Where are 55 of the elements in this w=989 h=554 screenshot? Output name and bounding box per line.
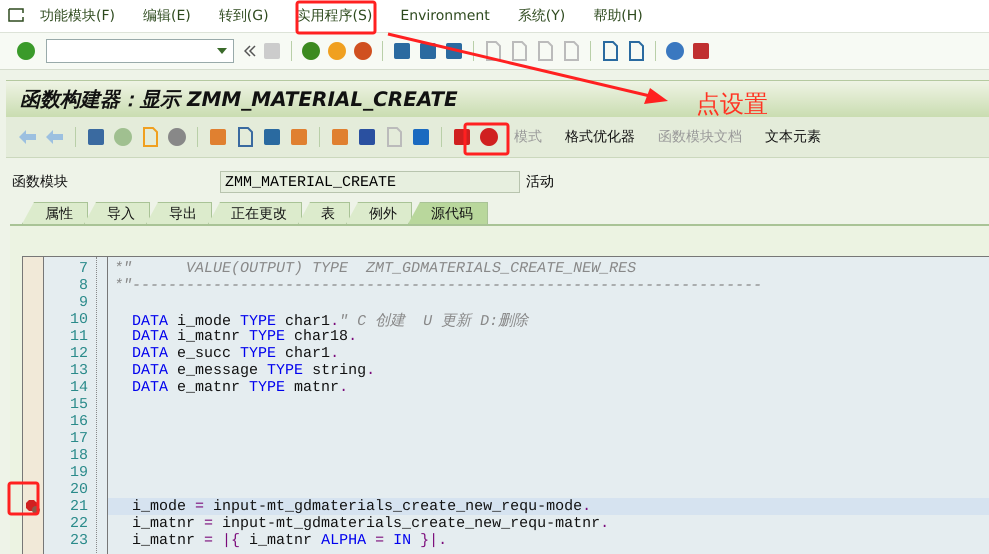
line-number: 22 — [68, 515, 89, 532]
line-number: 10 — [68, 311, 89, 328]
tab[interactable]: 导出 — [146, 202, 212, 224]
code-line: DATA i_mode TYPE char1." C 创建 U 更新 D:删除 — [131, 312, 530, 328]
command-field[interactable] — [46, 39, 234, 63]
line-number: 11 — [68, 328, 89, 345]
menu-icon[interactable] — [8, 8, 26, 24]
code-line: DATA i_matnr TYPE char18. — [131, 328, 358, 345]
menu-item[interactable]: 系统(Y) — [504, 7, 580, 25]
line-number: 7 — [78, 260, 89, 277]
line-number: 19 — [68, 464, 89, 481]
tab[interactable]: 例外 — [346, 202, 412, 224]
status-text: 活动 — [526, 173, 554, 191]
tab[interactable]: 源代码 — [408, 202, 488, 224]
highlight-frame — [464, 122, 510, 156]
tab[interactable]: 表 — [298, 202, 350, 224]
line-number: 18 — [68, 447, 89, 464]
line-number: 12 — [68, 345, 89, 362]
line-number: 14 — [68, 379, 89, 396]
line-number: 15 — [68, 396, 89, 413]
line-number: 9 — [78, 294, 89, 311]
breakpoint-icon[interactable] — [25, 498, 41, 514]
menu-item[interactable]: 功能模块(F) — [26, 7, 129, 25]
toolbar-button[interactable]: 文本元素 — [757, 128, 829, 146]
line-number: 8 — [78, 277, 89, 294]
menu-item[interactable]: 编辑(E) — [128, 7, 205, 25]
menu-item[interactable]: Environment — [386, 8, 504, 24]
menu-item[interactable]: 帮助(H) — [579, 7, 657, 25]
line-number: 21 — [68, 498, 89, 515]
first-page-icon[interactable] — [483, 41, 503, 61]
code-line: DATA e_matnr TYPE matnr. — [131, 379, 350, 396]
field-label: 函数模块 — [12, 173, 69, 191]
tab[interactable]: 属性 — [22, 202, 88, 224]
code-line: *"---------------------------------------------------------------------- — [113, 277, 764, 294]
code-line: i_matnr = input-mt_gdmaterials_create_new_requ-matnr. — [131, 515, 610, 532]
collapse-icon[interactable] — [244, 45, 256, 57]
line-number: 13 — [68, 362, 89, 379]
code-line: *" VALUE(OUTPUT) TYPE ZMT_GDMATERIALS_CREATE_NEW_RES — [113, 260, 638, 277]
menu-item[interactable]: 转到(G) — [204, 7, 283, 25]
tab[interactable]: 正在更改 — [208, 202, 302, 224]
annotation-text: 点设置 — [696, 89, 768, 120]
line-number: 20 — [68, 481, 89, 498]
code-editor[interactable] — [22, 256, 989, 554]
highlight-frame — [8, 482, 40, 516]
line-number: 17 — [68, 430, 89, 447]
code-line: DATA e_succ TYPE char1. — [131, 345, 340, 362]
code-line: DATA e_message TYPE string. — [131, 362, 376, 379]
function-module-field[interactable]: ZMM_MATERIAL_CREATE — [220, 171, 520, 193]
tab[interactable]: 导入 — [84, 202, 150, 224]
line-number: 16 — [68, 413, 89, 430]
window-title: 函数构建器：显示 ZMM_MATERIAL_CREATE — [20, 86, 458, 112]
code-line: i_matnr = |{ i_matnr ALPHA = IN }|. — [131, 532, 448, 549]
toolbar-button[interactable]: 格式优化器 — [557, 128, 643, 146]
line-number: 23 — [68, 532, 89, 549]
dropdown-caret-icon[interactable] — [217, 48, 227, 54]
